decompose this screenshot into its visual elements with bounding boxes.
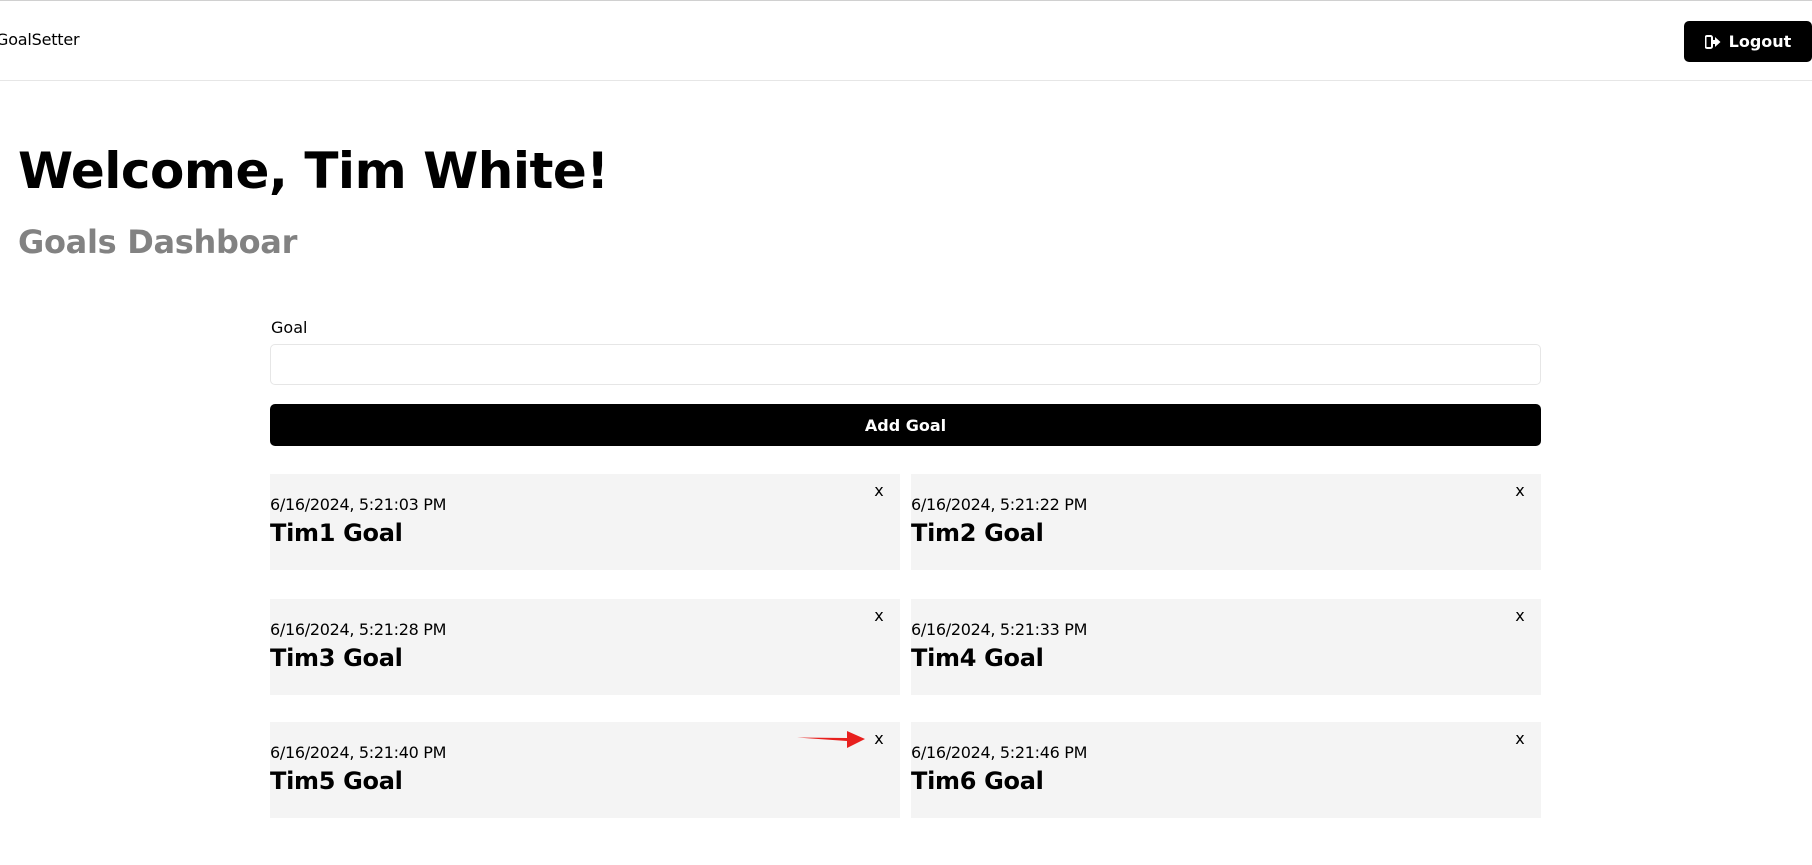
add-goal-button[interactable]: Add Goal [270, 404, 1541, 446]
app-header: GoalSetter Logout [0, 1, 1812, 81]
goal-card: 6/16/2024, 5:21:46 PM Tim6 Goal x [911, 722, 1541, 818]
goal-text: Tim3 Goal [270, 644, 403, 672]
goal-text: Tim2 Goal [911, 519, 1044, 547]
goal-field-label: Goal [271, 318, 308, 337]
page-title: Welcome, Tim White! [18, 142, 609, 200]
delete-goal-button[interactable]: x [868, 605, 890, 627]
goal-text: Tim1 Goal [270, 519, 403, 547]
goal-date: 6/16/2024, 5:21:46 PM [911, 743, 1088, 762]
goal-input[interactable] [270, 344, 1541, 385]
page-subtitle: Goals Dashboar [18, 223, 298, 261]
logout-icon [1704, 34, 1721, 49]
logout-button[interactable]: Logout [1684, 21, 1812, 62]
goal-date: 6/16/2024, 5:21:33 PM [911, 620, 1088, 639]
goal-text: Tim6 Goal [911, 767, 1044, 795]
delete-goal-button[interactable]: x [868, 480, 890, 502]
goal-text: Tim4 Goal [911, 644, 1044, 672]
goal-card: 6/16/2024, 5:21:03 PM Tim1 Goal x [270, 474, 900, 570]
goal-date: 6/16/2024, 5:21:03 PM [270, 495, 447, 514]
logout-label: Logout [1728, 32, 1792, 51]
delete-goal-button[interactable]: x [1509, 480, 1531, 502]
delete-goal-button[interactable]: x [868, 728, 890, 750]
goal-text: Tim5 Goal [270, 767, 403, 795]
goal-date: 6/16/2024, 5:21:28 PM [270, 620, 447, 639]
goal-card: 6/16/2024, 5:21:22 PM Tim2 Goal x [911, 474, 1541, 570]
goal-card: 6/16/2024, 5:21:33 PM Tim4 Goal x [911, 599, 1541, 695]
goal-card: 6/16/2024, 5:21:40 PM Tim5 Goal x [270, 722, 900, 818]
brand-link[interactable]: GoalSetter [0, 30, 80, 49]
goal-card: 6/16/2024, 5:21:28 PM Tim3 Goal x [270, 599, 900, 695]
goal-date: 6/16/2024, 5:21:40 PM [270, 743, 447, 762]
delete-goal-button[interactable]: x [1509, 728, 1531, 750]
delete-goal-button[interactable]: x [1509, 605, 1531, 627]
goal-date: 6/16/2024, 5:21:22 PM [911, 495, 1088, 514]
